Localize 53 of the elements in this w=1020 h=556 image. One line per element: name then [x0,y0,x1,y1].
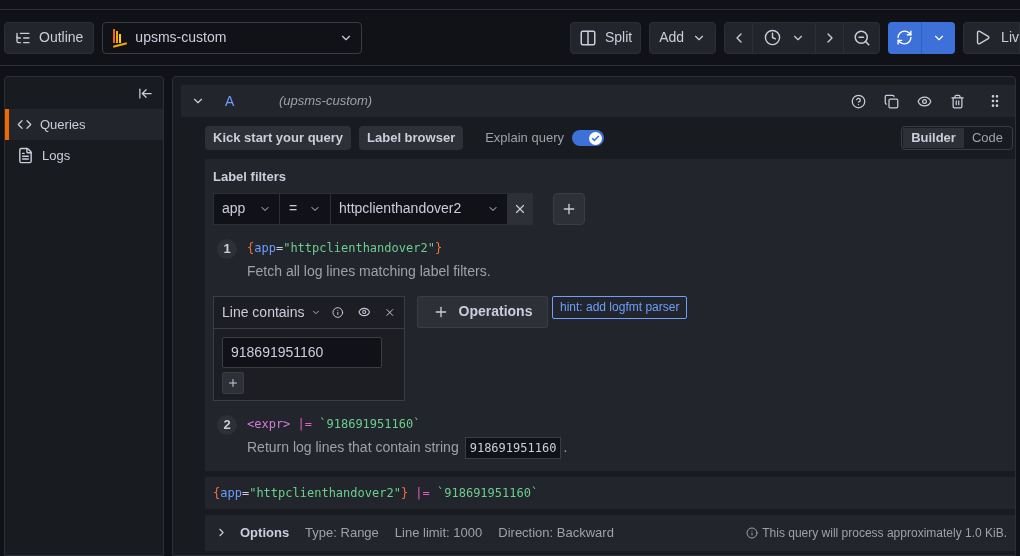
add-param-button[interactable] [222,371,244,394]
period-text: . [563,438,568,457]
hint-button[interactable]: hint: add logfmt parser [552,295,688,319]
datasource-name: (upsms-custom) [279,92,373,111]
step-description: Fetch all log lines matching label filters. [247,261,491,281]
info-icon [746,526,759,539]
info-icon[interactable] [332,305,344,319]
option-summary: Line limit: 1000 [394,523,483,542]
outline-button[interactable]: Outline [4,21,95,54]
mode-tab[interactable]: Builder [903,128,964,148]
logo-icon [111,27,130,48]
refresh-icon [896,29,914,46]
play-icon [974,29,992,46]
zoom-out-icon [852,28,871,47]
log-file-icon [17,147,34,164]
mode-tab[interactable]: Code [963,128,1011,148]
operation-name[interactable]: Line contains [222,301,305,323]
step-code: <expr> |= `918691951160` [247,415,422,433]
eye-icon[interactable] [917,93,932,109]
kickstart-button[interactable]: Kick start your query [205,126,352,150]
option-summary: Direction: Backward [498,523,614,542]
code-icon [17,117,32,132]
columns-icon [578,28,597,47]
code-chip: 918691951160 [464,436,562,459]
add-filter-button[interactable] [553,192,585,225]
step-number: 2 [217,414,237,435]
step-code: {app="httpclienthandover2"} [247,239,444,257]
query-letter: A [225,91,236,111]
estimate-text: This query will process approximately 1.0 KiB. [762,524,1007,542]
explain-toggle[interactable] [571,130,604,146]
step-number: 1 [217,238,237,259]
help-icon[interactable] [851,93,866,109]
operations-button[interactable]: Operations [417,295,548,328]
datasource-picker[interactable]: upsms-custom [102,21,363,54]
sidebar-item[interactable]: Queries [5,109,163,140]
step-description: Return log lines that contain string [247,438,459,457]
copy-icon[interactable] [884,93,899,109]
check-icon [590,133,600,143]
add-button[interactable]: Add [649,21,717,54]
explain-label: Explain query [485,129,564,148]
plus-icon [227,376,239,389]
options-title[interactable]: Options [240,522,290,543]
label-browser-button[interactable]: Label browser [359,126,464,150]
split-button[interactable]: Split [569,21,642,54]
option-summary: Type: Range [305,523,379,542]
eye-icon[interactable] [357,305,371,319]
query-code: {app="httpclienthandover2"} |= `918691951160` [213,484,539,502]
input-field[interactable]: 918691951160 [222,336,382,368]
section-title: Label filters [213,168,287,186]
delete-icon[interactable] [950,93,965,109]
sidebar-item[interactable]: Logs [5,140,163,171]
live-button[interactable]: Liv [963,21,1020,54]
clock-icon [763,29,781,46]
